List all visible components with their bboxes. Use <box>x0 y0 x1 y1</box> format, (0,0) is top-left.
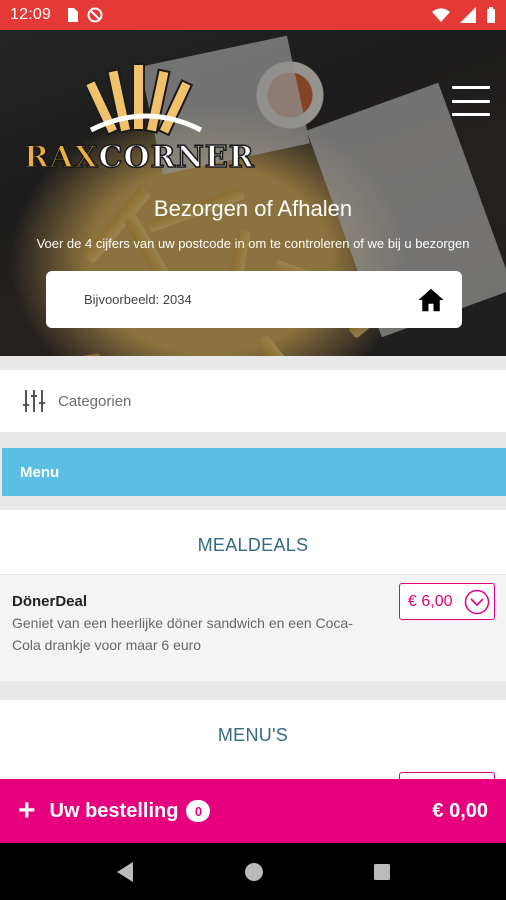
signal-icon <box>460 7 476 23</box>
categories-label: Categorien <box>58 392 132 410</box>
system-nav-bar <box>0 843 506 900</box>
postcode-search-box <box>46 271 462 328</box>
item-price: € 6,00 <box>408 592 453 610</box>
menu-header: Menu <box>2 448 506 496</box>
item-description: Geniet van een heerlijke döner sandwich … <box>12 615 353 653</box>
logo-text-rax: RAX <box>23 139 99 176</box>
item-price-button[interactable]: € 6,00 <box>399 583 495 620</box>
logo-wordmark: RAX CORNER <box>23 139 255 176</box>
chevron-down-icon <box>464 589 490 615</box>
battery-icon <box>487 7 495 23</box>
section-title-menus: MENU'S <box>0 700 506 779</box>
status-time: 12:09 <box>10 6 52 23</box>
section-title-mealdeals: MEALDEALS <box>0 510 506 574</box>
plus-icon: + <box>18 794 36 827</box>
order-total: € 0,00 <box>432 799 488 822</box>
order-label: Uw bestelling <box>49 799 179 822</box>
logo-text-corner: CORNER <box>98 139 255 176</box>
back-icon[interactable] <box>115 861 135 883</box>
hero-subtitle: Voer de 4 cijfers van uw postcode in om … <box>36 236 470 251</box>
home-nav-icon[interactable] <box>244 862 264 882</box>
order-count-badge: 0 <box>186 800 211 822</box>
sliders-icon <box>23 390 45 412</box>
postcode-input[interactable] <box>84 292 416 307</box>
home-icon[interactable] <box>416 285 446 315</box>
rax-corner-logo: RAX CORNER <box>23 62 270 176</box>
categories-filter[interactable]: Categorien <box>0 370 506 432</box>
wifi-icon <box>432 8 450 22</box>
hero-title: Bezorgen of Afhalen <box>153 196 353 221</box>
do-not-disturb-icon <box>87 7 103 23</box>
fries-logo-icon <box>86 63 203 137</box>
recents-icon[interactable] <box>373 863 391 881</box>
hamburger-menu-button[interactable] <box>452 86 490 116</box>
order-bar[interactable]: + Uw bestelling 0 € 0,00 <box>0 779 506 843</box>
sim-card-icon <box>68 8 79 22</box>
status-bar: 12:09 <box>0 0 506 30</box>
